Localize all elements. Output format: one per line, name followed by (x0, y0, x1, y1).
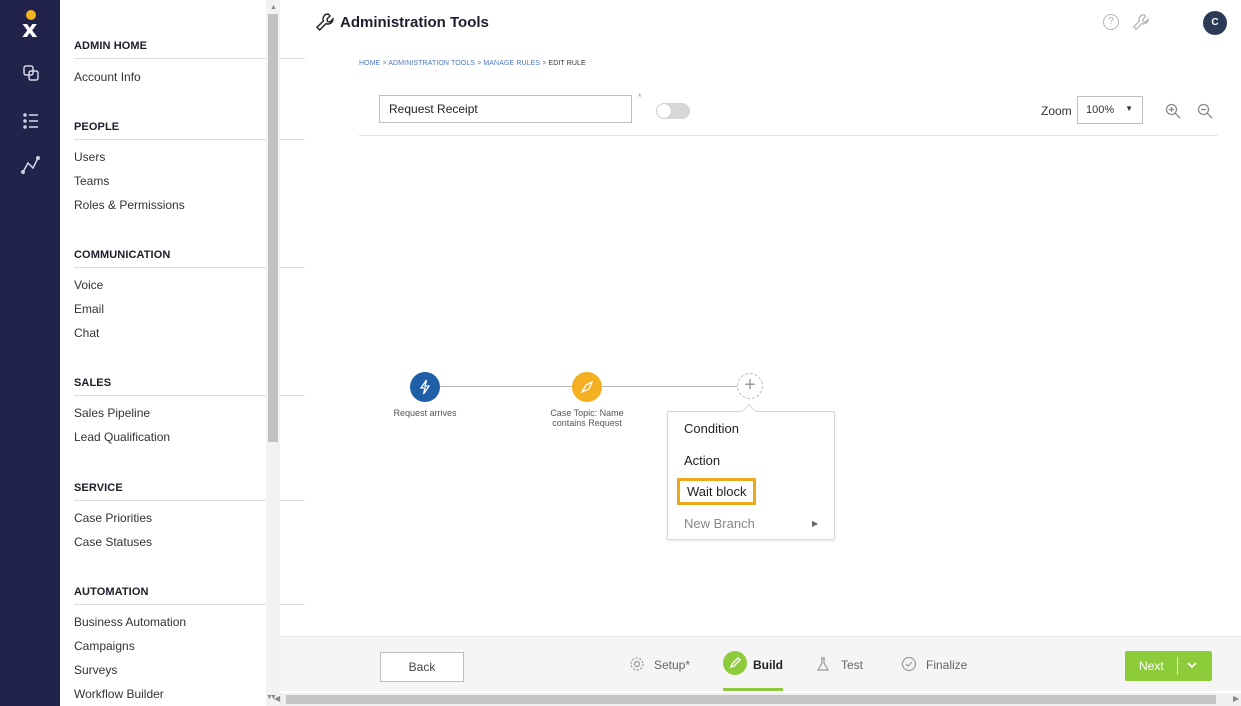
menu-notch (741, 403, 757, 419)
canvas-horizontal-scrollbar[interactable]: ▼ ◀ ▶ (266, 693, 1241, 706)
step-finalize[interactable]: Finalize (926, 658, 967, 672)
zoom-out-icon[interactable] (1197, 103, 1213, 119)
gear-icon (629, 656, 645, 672)
back-button[interactable]: Back (380, 652, 464, 682)
condition-node[interactable] (572, 372, 602, 402)
zoom-in-icon[interactable] (1165, 103, 1181, 119)
flow-connector (602, 386, 737, 387)
zoom-select[interactable]: 100% ▼ (1077, 96, 1143, 124)
required-marker: * (638, 92, 642, 102)
scrollbar-thumb[interactable] (268, 14, 278, 442)
zoom-label: Zoom (1041, 104, 1072, 118)
app-window: x ADMIN HOME Account Info PEOPLE Users T… (0, 0, 1241, 706)
check-circle-icon (901, 656, 917, 672)
scroll-down-arrow-icon[interactable]: ▼ (266, 694, 273, 701)
toolbar-divider (359, 135, 1218, 136)
menu-item-action[interactable]: Action (684, 453, 720, 468)
list-icon[interactable] (20, 110, 42, 132)
wizard-footer: Back Setup* Build Test Finalize Next (280, 636, 1241, 691)
rule-active-toggle[interactable] (656, 103, 690, 119)
wrench-icon (314, 11, 336, 33)
zoom-value: 100% (1086, 104, 1115, 116)
step-setup[interactable]: Setup* (654, 658, 690, 672)
scroll-right-arrow-icon[interactable]: ▶ (1233, 694, 1239, 703)
add-step-button[interactable]: + (737, 373, 763, 399)
breadcrumb-current: EDIT RULE (548, 60, 586, 67)
scroll-left-arrow-icon[interactable]: ◀ (274, 694, 280, 703)
analytics-icon[interactable] (20, 154, 42, 176)
user-avatar[interactable]: C (1203, 11, 1227, 35)
menu-item-wait-block[interactable]: Wait block (677, 478, 757, 505)
trigger-node[interactable] (410, 372, 440, 402)
page-header: Administration Tools ? C (280, 0, 1241, 48)
nav-rail: x (0, 0, 60, 706)
caret-right-icon: ▶ (812, 519, 819, 528)
settings-wrench-icon[interactable] (1131, 12, 1151, 32)
breadcrumb-path[interactable]: HOME > ADMINISTRATION TOOLS > MANAGE RUL… (359, 60, 548, 67)
sidebar-scrollbar[interactable]: ▲ ▼ (266, 0, 280, 706)
rule-name-input[interactable] (379, 95, 632, 123)
menu-item-condition[interactable]: Condition (684, 421, 739, 436)
menu-item-new-branch[interactable]: New Branch (684, 516, 755, 531)
scroll-up-arrow-icon[interactable]: ▲ (270, 4, 277, 11)
copy-icon[interactable] (20, 62, 42, 84)
breadcrumb: HOME > ADMINISTRATION TOOLS > MANAGE RUL… (359, 60, 586, 67)
next-button-separator (1177, 657, 1178, 675)
lightning-icon (419, 379, 431, 395)
compass-icon (580, 380, 594, 394)
admin-sidebar: ADMIN HOME Account Info PEOPLE Users Tea… (60, 0, 305, 706)
condition-node-label: Case Topic: Name contains Request (550, 408, 624, 428)
active-step-indicator (723, 688, 783, 691)
flow-connector (440, 386, 572, 387)
chevron-down-icon[interactable] (1186, 659, 1198, 674)
step-build[interactable]: Build (753, 658, 783, 672)
caret-down-icon: ▼ (1125, 104, 1133, 113)
brand-logo-icon[interactable]: x (22, 10, 40, 41)
next-button[interactable]: Next (1125, 651, 1212, 681)
flask-icon (815, 656, 831, 672)
page-title: Administration Tools (340, 14, 489, 31)
scrollbar-thumb[interactable] (286, 695, 1216, 704)
help-icon[interactable]: ? (1103, 14, 1119, 30)
step-test[interactable]: Test (841, 658, 863, 672)
trigger-node-label: Request arrives (393, 408, 457, 418)
pencil-icon (723, 651, 747, 675)
add-step-menu: Condition Action Wait block New Branch ▶ (667, 403, 835, 540)
next-button-label: Next (1139, 659, 1164, 673)
